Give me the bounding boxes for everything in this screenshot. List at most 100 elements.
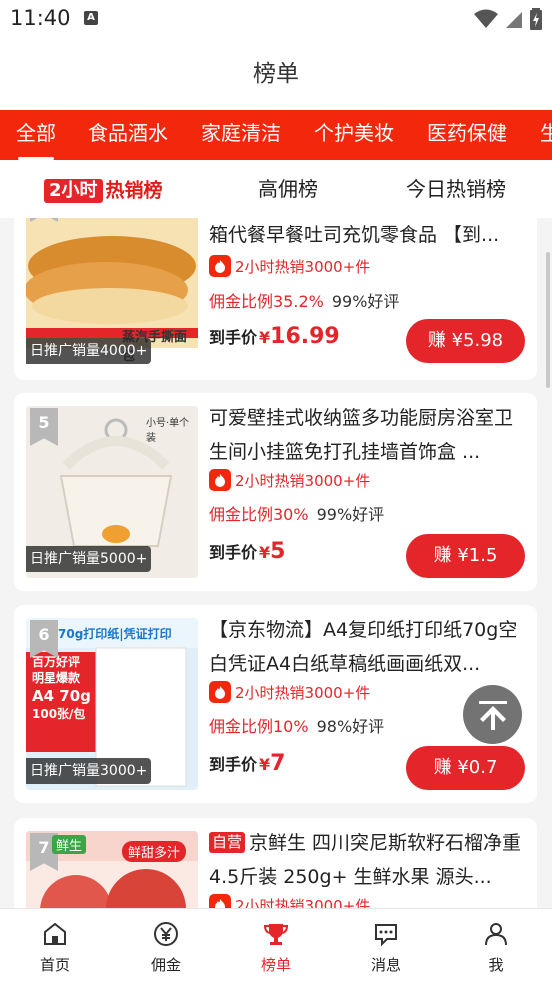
good-rate: 98%好评 [316,717,385,736]
home-icon [44,922,66,945]
tab-fresh[interactable]: 生 [540,110,552,160]
product-list[interactable]: 蒸汽手撕面包 日推广销量4000+ 箱代餐早餐吐司充饥零食品 【到... 2小时… [0,218,552,908]
nav-ranking[interactable]: 榜单 [236,909,316,983]
flame-icon [209,255,231,277]
product-card[interactable]: 蒸汽手撕面包 日推广销量4000+ 箱代餐早餐吐司充饥零食品 【到... 2小时… [14,218,537,380]
tab-all[interactable]: 全部 [16,110,56,160]
product-image: 6 70g打印纸|凭证打印 百万好评 明星爆款 A4 70g 100张/包 日推… [26,618,198,790]
bottom-navigation: 首页 佣金 榜单 消息 我 [0,908,552,983]
tab-today-hot[interactable]: 今日热销榜 [406,160,506,218]
commission-rate: 佣金比例35.2% [209,292,324,311]
price-label: 到手价 [209,543,258,562]
daily-sales-badge: 日推广销量4000+ [26,338,152,364]
nav-me[interactable]: 我 [456,909,536,983]
product-title[interactable]: 自营 京鲜生 四川突尼斯软籽石榴净重4.5斤装 250g+ 生鲜水果 源头... [209,826,524,894]
product-title[interactable]: 箱代餐早餐吐司充饥零食品 【到... [209,218,524,252]
category-tabs: 全部 食品酒水 家庭清洁 个护美妆 医药保健 生 [0,110,552,160]
status-bar: 11:40 A [0,0,552,38]
self-operated-badge: 自营 [209,832,246,853]
message-icon [375,924,397,947]
hot-sales-tag: 2小时热销3000+件 [209,255,370,277]
product-card[interactable]: 5 小号·单个装 日推广销量5000+ 可爱壁挂式收纳篮多功能厨房浴室卫生间小挂… [14,393,537,591]
product-image: 5 小号·单个装 日推广销量5000+ [26,406,198,578]
product-card[interactable]: 6 70g打印纸|凭证打印 百万好评 明星爆款 A4 70g 100张/包 日推… [14,605,537,803]
commission-rate: 佣金比例10% [209,717,309,736]
daily-sales-badge: 日推广销量5000+ [26,546,152,572]
currency-symbol: ¥ [259,755,271,774]
earn-button[interactable]: 赚 ¥0.7 [406,746,525,790]
price-value: 5 [270,539,286,564]
hot-sales-tag: 2小时热销3000+件 [209,894,370,908]
product-title[interactable]: 【京东物流】A4复印纸打印纸70g空白凭证A4白纸草稿纸画画纸双... [209,613,524,681]
status-time: 11:40 [10,6,71,30]
tab-home-cleaning[interactable]: 家庭清洁 [201,110,281,160]
product-title-text: 京鲜生 四川突尼斯软籽石榴净重4.5斤装 250g+ 生鲜水果 源头... [209,832,522,888]
thumb-promo-text: 百万好评 明星爆款 A4 70g 100张/包 [32,655,91,721]
price-line: 到手价 ¥7 [209,751,285,776]
back-to-top-button[interactable] [463,685,522,744]
nav-commission[interactable]: 佣金 [126,909,206,983]
earn-button[interactable]: 赚 ¥1.5 [406,534,525,578]
product-card[interactable]: 7 鲜生 鲜甜多汁 自营 京鲜生 四川突尼斯软籽石榴净重4.5斤装 250g+ 生… [14,818,537,908]
tab-food-drinks[interactable]: 食品酒水 [88,110,168,160]
scrollbar[interactable] [546,252,550,388]
commission-rate: 佣金比例30% [209,505,309,524]
trophy-icon [263,924,289,945]
nav-label: 佣金 [150,956,181,974]
nav-home[interactable]: 首页 [15,909,95,983]
commission-line: 佣金比例10% 98%好评 [209,713,384,737]
commission-line: 佣金比例30% 99%好评 [209,501,384,525]
tab-2h-hot[interactable]: 2小时 热销榜 [44,160,163,218]
tab-health[interactable]: 医药保健 [427,110,507,160]
daily-sales-badge: 日推广销量3000+ [26,758,152,784]
battery-icon [530,8,542,30]
page-title: 榜单 [253,61,299,87]
hot-sales-text: 2小时热销3000+件 [235,257,371,276]
nav-label: 我 [488,956,504,974]
ranking-sub-tabs: 2小时 热销榜 高佣榜 今日热销榜 [0,160,552,218]
flame-icon [209,894,231,908]
tab-personal-care[interactable]: 个护美妆 [314,110,394,160]
product-image: 7 鲜生 鲜甜多汁 [26,831,198,908]
price-line: 到手价 ¥16.99 [209,324,340,349]
title-bar: 榜单 [0,38,552,110]
signal-icon [506,12,522,28]
hot-sales-tag: 2小时热销3000+件 [209,469,370,491]
yen-icon [154,922,178,946]
price-line: 到手价 ¥5 [209,539,285,564]
good-rate: 99%好评 [316,505,385,524]
good-rate: 99%好评 [331,292,400,311]
commission-line: 佣金比例35.2% 99%好评 [209,288,399,312]
hot-sales-text: 2小时热销3000+件 [235,471,371,490]
person-icon [485,923,507,946]
product-title[interactable]: 可爱壁挂式收纳篮多功能厨房浴室卫生间小挂篮免打孔挂墙首饰盒 ... [209,401,524,469]
hot-sales-tag: 2小时热销3000+件 [209,681,370,703]
price-label: 到手价 [209,755,258,774]
nav-messages[interactable]: 消息 [346,909,426,983]
price-label: 到手价 [209,328,258,347]
tab-high-commission[interactable]: 高佣榜 [258,160,318,218]
nav-label: 消息 [370,956,401,974]
thumb-caption: 小号·单个装 [146,418,190,444]
wifi-icon [474,9,498,28]
thumb-caption: 70g打印纸|凭证打印 [58,627,172,641]
flame-icon [209,469,231,491]
arrow-up-icon [478,700,507,730]
nav-label: 榜单 [260,956,291,974]
hot-tab-label: 热销榜 [105,179,163,202]
flame-icon [209,681,231,703]
thumb-caption-left: 鲜生 [52,835,87,854]
system-icons [474,8,542,30]
hot-sales-text: 2小时热销3000+件 [235,896,371,909]
notification-icon: A [84,11,98,25]
product-image: 蒸汽手撕面包 日推广销量4000+ [26,218,198,370]
currency-symbol: ¥ [259,328,271,347]
hot-badge: 2小时 [44,178,103,203]
nav-label: 首页 [39,956,70,974]
price-value: 16.99 [270,324,340,349]
earn-button[interactable]: 赚 ¥5.98 [406,319,525,363]
thumb-caption: 鲜甜多汁 [122,841,187,862]
price-value: 7 [270,751,286,776]
currency-symbol: ¥ [259,543,271,562]
hot-sales-text: 2小时热销3000+件 [235,683,371,702]
